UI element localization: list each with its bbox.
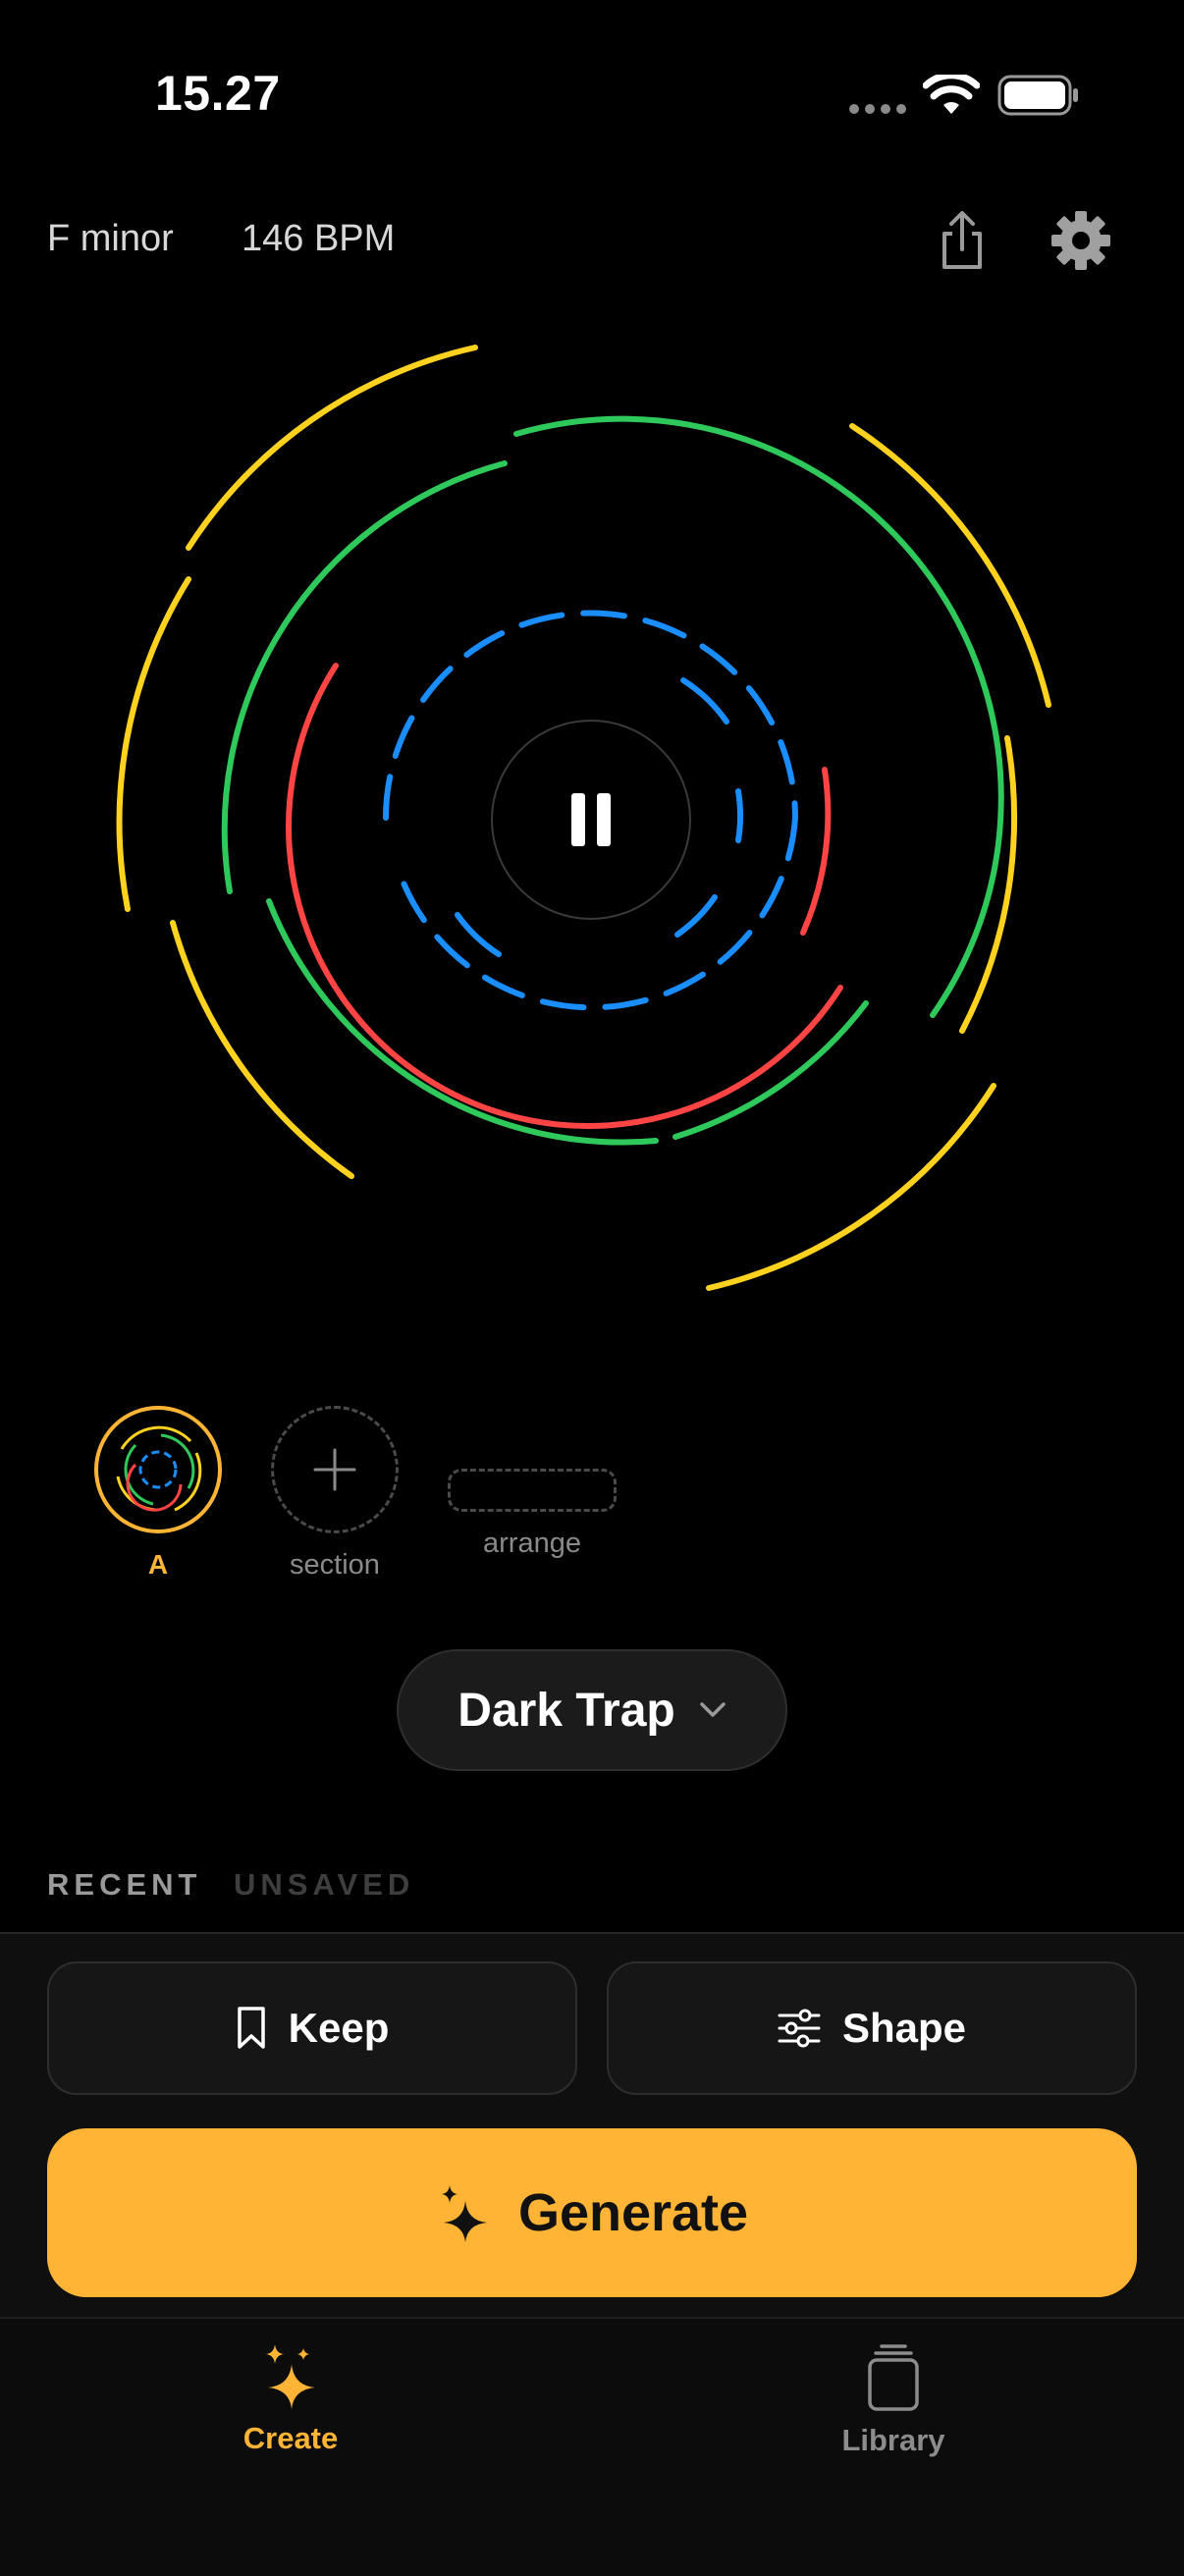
play-pause-button[interactable]	[491, 720, 691, 920]
add-section-label: section	[290, 1549, 380, 1581]
settings-button[interactable]	[1050, 210, 1111, 271]
keep-label: Keep	[288, 2005, 390, 2051]
tab-create-label: Create	[242, 2421, 339, 2455]
share-icon	[942, 211, 982, 269]
chevron-down-icon	[699, 1702, 726, 1717]
wifi-icon	[923, 75, 980, 114]
tab-library[interactable]: Library	[776, 2342, 1011, 2458]
bookmark-icon	[237, 2007, 265, 2049]
sparkles-icon	[266, 2344, 315, 2409]
keep-button[interactable]: Keep	[47, 1961, 577, 2095]
pause-icon	[571, 793, 611, 846]
section-a-label: A	[147, 1549, 169, 1580]
arrange-label: arrange	[483, 1528, 581, 1559]
shape-button[interactable]: Shape	[607, 1961, 1137, 2095]
tab-recent[interactable]: RECENT	[47, 1867, 201, 1903]
arrange-button[interactable]	[448, 1469, 617, 1512]
generate-button[interactable]: Generate	[47, 2128, 1137, 2297]
battery-icon	[997, 75, 1078, 116]
plus-icon	[313, 1448, 356, 1491]
key-label[interactable]: F minor	[47, 218, 174, 260]
status-time: 15.27	[155, 66, 281, 121]
section-thumbnail-icon	[94, 1406, 222, 1533]
tab-unsaved[interactable]: UNSAVED	[234, 1867, 414, 1903]
library-icon	[868, 2344, 919, 2411]
generate-label: Generate	[517, 2183, 749, 2242]
style-picker[interactable]: Dark Trap	[397, 1649, 787, 1771]
gear-icon	[1051, 211, 1110, 270]
sparkles-icon	[441, 2185, 487, 2242]
sliders-icon	[778, 2009, 821, 2048]
add-section-button[interactable]	[271, 1406, 399, 1533]
bpm-label[interactable]: 146 BPM	[242, 218, 395, 260]
share-button[interactable]	[935, 210, 990, 273]
section-a-thumbnail[interactable]	[92, 1404, 224, 1535]
tab-library-label: Library	[841, 2423, 945, 2457]
tab-create[interactable]: Create	[173, 2342, 408, 2456]
style-picker-value: Dark Trap	[457, 1684, 675, 1737]
cellular-signal-icon	[849, 104, 906, 114]
shape-label: Shape	[841, 2005, 967, 2051]
